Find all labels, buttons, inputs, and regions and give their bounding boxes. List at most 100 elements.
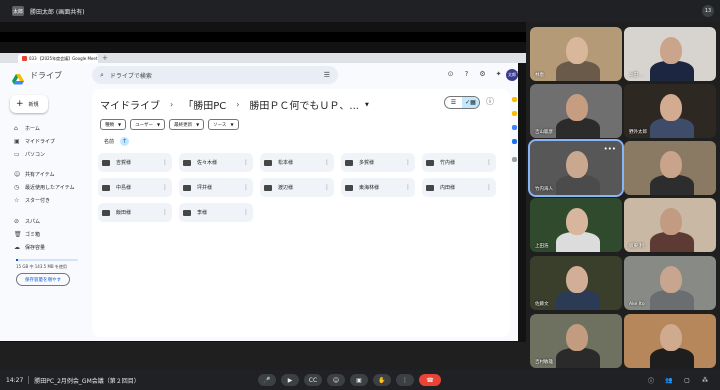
folder-item[interactable]: 佐々木様 ⋮ xyxy=(179,153,253,172)
more-vert-icon[interactable]: ⋮ xyxy=(162,159,168,166)
sidebar-item-home[interactable]: ⌂ ホーム xyxy=(14,125,40,132)
browser-tab[interactable]: 033 【2025年度会議】Google Meet xyxy=(18,54,98,63)
more-vert-icon[interactable]: ⋮ xyxy=(162,209,168,216)
participant-name: 坂東 利 xyxy=(629,244,644,249)
chevron-right-icon: › xyxy=(170,100,174,109)
more-vert-icon[interactable]: ⋮ xyxy=(405,159,411,166)
view-toggle[interactable]: ☰ ✓▦ xyxy=(444,96,480,109)
folder-item[interactable]: 吉賀様 ⋮ xyxy=(98,153,172,172)
more-options-icon[interactable]: ⋮ xyxy=(396,374,414,386)
keep-app-icon[interactable] xyxy=(512,111,517,116)
new-button[interactable]: + 新規 xyxy=(10,95,48,113)
participant-tile[interactable]: ••• 竹内海人 xyxy=(528,139,624,197)
end-call-button[interactable]: ☎ xyxy=(419,374,441,386)
account-avatar[interactable]: 太郎 xyxy=(506,69,518,81)
more-vert-icon[interactable]: ⋮ xyxy=(486,159,492,166)
more-vert-icon[interactable]: ⋮ xyxy=(243,209,249,216)
tasks-app-icon[interactable] xyxy=(512,125,517,130)
sidebar-item-starred[interactable]: ☆ スター付き xyxy=(14,197,50,204)
participant-face xyxy=(660,208,682,235)
filter-chip-type[interactable]: 種類 ▼ xyxy=(100,119,127,130)
drive-search-input[interactable]: ⌕ ドライブで検索 ☰ xyxy=(92,66,338,84)
new-tab-button[interactable]: + xyxy=(102,54,108,62)
camera-icon[interactable]: ▶ xyxy=(281,374,299,386)
folder-item[interactable]: 多賀様 ⋮ xyxy=(341,153,415,172)
meeting-info-icon[interactable]: ⓘ xyxy=(646,375,656,385)
participant-tile[interactable] xyxy=(624,141,716,195)
settings-icon[interactable]: ⚙ xyxy=(478,69,487,78)
get-more-storage-button[interactable]: 保存容量を増やす xyxy=(16,273,70,286)
participant-tile[interactable]: 野外太郎 xyxy=(624,84,716,138)
folder-item[interactable]: 中島様 ⋮ xyxy=(98,178,172,197)
sidebar-item-label: 保存容量 xyxy=(25,245,46,251)
more-options-icon[interactable]: ••• xyxy=(604,145,616,153)
participant-tile[interactable]: 佐藤文 xyxy=(530,256,622,310)
sort-by-name[interactable]: 名前 ↑ xyxy=(104,137,130,146)
more-vert-icon[interactable]: ⋮ xyxy=(162,184,168,191)
participant-tile[interactable]: 坂東 利 xyxy=(624,198,716,252)
more-vert-icon[interactable]: ⋮ xyxy=(324,184,330,191)
sidebar-item-computers[interactable]: ▭ パソコン xyxy=(14,151,45,158)
breadcrumb-folder[interactable]: 「勝田PC xyxy=(183,97,226,112)
folder-item[interactable]: 東海林様 ⋮ xyxy=(341,178,415,197)
sidebar-item-recent[interactable]: ◷ 最近使用したアイテム xyxy=(14,184,75,191)
drive-logo-icon[interactable] xyxy=(12,70,24,84)
list-view-icon[interactable]: ☰ xyxy=(445,97,462,108)
chat-icon[interactable]: ▢ xyxy=(682,375,692,385)
folder-item[interactable]: 内田様 ⋮ xyxy=(422,178,496,197)
more-vert-icon[interactable]: ⋮ xyxy=(486,184,492,191)
folder-item[interactable]: 坪井様 ⋮ xyxy=(179,178,253,197)
sidebar-item-spam[interactable]: ⊘ スパム xyxy=(14,218,40,225)
search-options-icon[interactable]: ☰ xyxy=(324,71,330,79)
participant-tile[interactable]: 吉山聡彦 xyxy=(530,84,622,138)
breadcrumb-current-folder[interactable]: 勝田ＰＣ何でもＵＰ、... xyxy=(249,97,359,112)
more-vert-icon[interactable]: ⋮ xyxy=(324,159,330,166)
help-icon[interactable]: ? xyxy=(462,69,471,78)
folder-item[interactable]: 竹内様 ⋮ xyxy=(422,153,496,172)
filter-chip-people[interactable]: ユーザー ▼ xyxy=(130,119,166,130)
window-titlebar xyxy=(0,32,526,42)
recent-icon: ◷ xyxy=(14,184,20,191)
present-screen-icon[interactable]: ▣ xyxy=(350,374,368,386)
contacts-app-icon[interactable] xyxy=(512,139,517,144)
participant-tile[interactable]: Ake Ito xyxy=(624,256,716,310)
sidebar-item-storage[interactable]: ☁ 保存容量 xyxy=(14,244,45,251)
more-vert-icon[interactable]: ⋮ xyxy=(243,159,249,166)
folder-item[interactable]: 李様 ⋮ xyxy=(179,203,253,222)
participant-count-badge[interactable]: 13 xyxy=(702,5,714,17)
filter-chip-modified[interactable]: 最終更新 ▼ xyxy=(169,119,205,130)
calendar-app-icon[interactable] xyxy=(512,97,517,102)
info-icon[interactable]: ⓘ xyxy=(486,96,494,107)
breadcrumb-my-drive[interactable]: マイドライブ xyxy=(100,97,160,112)
filter-chip-source[interactable]: ソース ▼ xyxy=(208,119,239,130)
new-button-label: 新規 xyxy=(28,101,39,108)
folder-item[interactable]: 松本様 ⋮ xyxy=(260,153,334,172)
offline-status-icon[interactable]: ⊙ xyxy=(446,69,455,78)
participant-tile[interactable]: ユ田 ... xyxy=(624,27,716,81)
add-app-icon[interactable] xyxy=(512,157,517,162)
participant-tile[interactable]: 林恵 xyxy=(530,27,622,81)
chip-label: 最終更新 xyxy=(174,122,193,128)
participant-face xyxy=(566,151,588,178)
more-vert-icon[interactable]: ⋮ xyxy=(405,184,411,191)
participant-tile[interactable]: 上田浩 xyxy=(530,198,622,252)
participant-tile[interactable] xyxy=(624,314,716,368)
sort-arrow-up-icon[interactable]: ↑ xyxy=(120,137,130,146)
activities-icon[interactable]: ⁂ xyxy=(700,375,710,385)
gemini-icon[interactable]: ✦ xyxy=(494,69,503,78)
raise-hand-icon[interactable]: ✋ xyxy=(373,374,391,386)
sidebar-item-shared[interactable]: ☺ 共有アイテム xyxy=(14,171,55,178)
grid-view-icon[interactable]: ✓▦ xyxy=(462,97,479,108)
folder-item[interactable]: 飯田様 ⋮ xyxy=(98,203,172,222)
participant-tile[interactable]: 吉村敏雄 xyxy=(530,314,622,368)
more-vert-icon[interactable]: ⋮ xyxy=(243,184,249,191)
emoji-reaction-icon[interactable]: ☺ xyxy=(327,374,345,386)
microphone-icon[interactable]: 🎤 xyxy=(258,374,276,386)
captions-icon[interactable]: CC xyxy=(304,374,322,386)
folder-item[interactable]: 渡辺様 ⋮ xyxy=(260,178,334,197)
folder-icon xyxy=(102,209,110,216)
sidebar-item-my-drive[interactable]: ▣ マイドライブ xyxy=(14,138,55,145)
chevron-down-icon[interactable]: ▼ xyxy=(365,102,369,108)
people-icon[interactable]: 👥 xyxy=(664,375,674,385)
sidebar-item-trash[interactable]: 🗑 ゴミ箱 xyxy=(14,231,40,238)
